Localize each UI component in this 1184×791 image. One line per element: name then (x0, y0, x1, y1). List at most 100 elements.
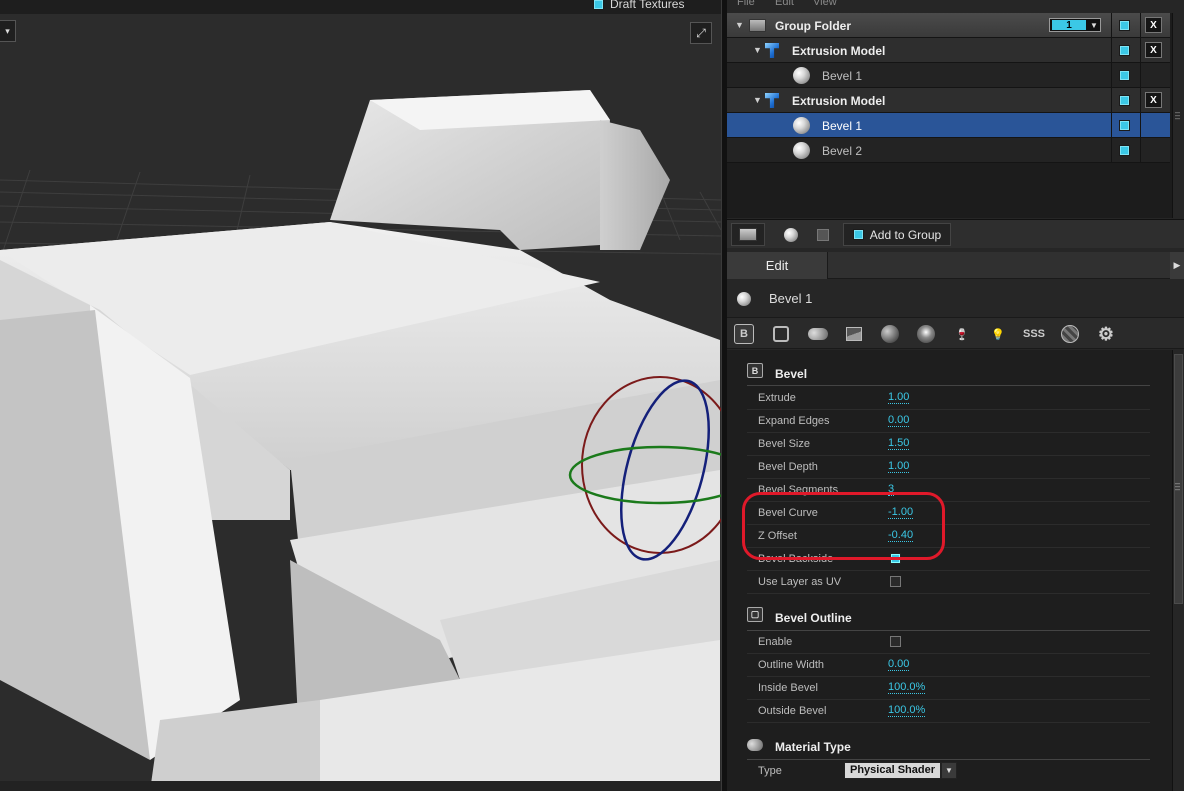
add-to-group-label: Add to Group (869, 227, 942, 242)
prop-value-outline-width[interactable]: 0.00 (888, 659, 910, 671)
prop-label: Enable (758, 636, 793, 648)
outline-enable-checkbox[interactable] (890, 636, 901, 647)
new-folder-icon (739, 228, 757, 241)
prop-label: Extrude (758, 392, 796, 404)
scroll-grip-icon[interactable]: – – – (1175, 108, 1180, 123)
panel-collapse-arrow-icon[interactable]: ▶ (1170, 252, 1184, 279)
visibility-checkbox[interactable] (1119, 20, 1130, 31)
sss-icon[interactable]: SSS (1021, 323, 1047, 345)
visibility-checkbox[interactable] (1119, 120, 1130, 131)
bevel-icon[interactable]: B (734, 324, 754, 344)
menu-file[interactable]: File (737, 0, 755, 8)
bevel-outline-section-icon: ▢ (747, 607, 763, 622)
prop-row-type: Type Physical Shader ▼ (747, 760, 1150, 783)
column-divider (1111, 88, 1112, 113)
bevel-section-title: Bevel (775, 367, 808, 381)
prop-value-bevel-depth[interactable]: 1.00 (888, 461, 910, 473)
tree-row-bevel-1-selected[interactable]: Bevel 1 (727, 113, 1170, 138)
visibility-checkbox[interactable] (1119, 95, 1130, 106)
material-type-section-icon (747, 737, 763, 752)
texture-icon[interactable] (843, 323, 865, 345)
material-type-section-title: Material Type (775, 740, 851, 754)
object-name: Bevel 1 (769, 291, 813, 306)
tab-edit[interactable]: Edit (727, 252, 828, 279)
tree-row-group-folder[interactable]: ▼ Group Folder 1 ▼ X (727, 13, 1170, 38)
prop-row-expand-edges: Expand Edges 0.00 (747, 410, 1150, 433)
prop-label: Type (758, 765, 782, 777)
add-to-group-button[interactable]: Add to Group (843, 223, 951, 246)
noise-icon[interactable] (1059, 323, 1081, 345)
properties-scrollbar[interactable]: – – – (1172, 350, 1184, 791)
material-sphere-icon (784, 227, 798, 242)
reflection-icon[interactable] (915, 323, 937, 345)
prop-label: Outline Width (758, 659, 825, 671)
tree-row-extrusion-model-2[interactable]: ▼ Extrusion Model X (727, 88, 1170, 113)
column-divider (1140, 38, 1141, 63)
expand-arrow-icon[interactable]: ▼ (753, 95, 762, 105)
tree-toolbar: Add to Group (727, 219, 1184, 248)
delete-button[interactable]: X (1145, 17, 1162, 33)
material-sphere-icon (793, 142, 810, 159)
prop-label: Inside Bevel (758, 682, 818, 694)
prop-label: Use Layer as UV (758, 576, 842, 588)
tree-row-bevel-1-a[interactable]: Bevel 1 (727, 63, 1170, 88)
viewport-scene[interactable] (0, 0, 721, 791)
tree-item-label: Bevel 1 (822, 69, 863, 83)
visibility-checkbox[interactable] (1119, 45, 1130, 56)
glass-icon[interactable]: 🍷 (951, 323, 973, 345)
menu-view[interactable]: View (813, 0, 837, 8)
section-divider (747, 385, 1150, 386)
prop-row-bevel-size: Bevel Size 1.50 (747, 433, 1150, 456)
menu-edit[interactable]: Edit (775, 0, 794, 8)
edit-panel-header: Edit ▶ (727, 252, 1184, 279)
prop-label: Outside Bevel (758, 705, 827, 717)
chevron-down-icon: ▼ (941, 762, 957, 779)
settings-icon[interactable]: ⚙ (1095, 323, 1117, 345)
layer-number: 1 (1052, 20, 1086, 31)
visibility-checkbox[interactable] (1119, 70, 1130, 81)
prop-value-inside-bevel[interactable]: 100.0% (888, 682, 926, 694)
visibility-checkbox[interactable] (1119, 145, 1130, 156)
viewport-topbar: Draft Textures (0, 0, 721, 14)
new-object-button[interactable] (811, 223, 835, 246)
viewport-view-dropdown[interactable]: ▾ (0, 20, 16, 42)
tree-scrollbar[interactable]: – – – (1172, 13, 1184, 218)
menu-bar: File Edit View (727, 0, 1184, 12)
tree-item-label: Extrusion Model (792, 44, 886, 58)
tree-row-extrusion-model-1[interactable]: ▼ Extrusion Model X (727, 38, 1170, 63)
draft-textures-checkbox[interactable] (593, 0, 604, 10)
prop-value-expand-edges[interactable]: 0.00 (888, 415, 910, 427)
tree-item-label: Extrusion Model (792, 94, 886, 108)
use-layer-as-uv-checkbox[interactable] (890, 576, 901, 587)
draft-textures-toggle[interactable]: Draft Textures (593, 0, 684, 11)
light-icon[interactable]: 💡 (987, 323, 1009, 345)
new-folder-button[interactable] (731, 223, 765, 246)
maximize-viewport-button[interactable]: ⤢ (690, 22, 712, 44)
material-type-value: Physical Shader (844, 762, 941, 779)
prop-value-bevel-size[interactable]: 1.50 (888, 438, 910, 450)
column-divider (1140, 63, 1141, 88)
delete-button[interactable]: X (1145, 92, 1162, 108)
material-type-dropdown[interactable]: Physical Shader ▼ (844, 762, 957, 779)
prop-row-outside-bevel: Outside Bevel 100.0% (747, 700, 1150, 723)
tree-row-bevel-2[interactable]: Bevel 2 (727, 138, 1170, 163)
material-type-icon[interactable] (807, 323, 829, 345)
expand-arrow-icon[interactable]: ▼ (735, 20, 744, 30)
column-divider (1140, 13, 1141, 38)
sphere-material-icon[interactable] (879, 323, 901, 345)
tree-item-label: Bevel 2 (822, 144, 863, 158)
add-to-group-checkbox[interactable] (852, 229, 864, 240)
bevel-section-icon: B (747, 363, 763, 378)
prop-value-outside-bevel[interactable]: 100.0% (888, 705, 926, 717)
prop-value-extrude[interactable]: 1.00 (888, 392, 910, 404)
3d-viewport[interactable]: Draft Textures ▾ ⤢ (0, 0, 721, 791)
scroll-grip-icon[interactable]: – – – (1175, 479, 1180, 494)
new-material-button[interactable] (779, 223, 803, 246)
outline-icon[interactable] (770, 323, 792, 345)
layer-selector[interactable]: 1 ▼ (1049, 18, 1101, 32)
expand-arrow-icon[interactable]: ▼ (753, 45, 762, 55)
viewport-bottom-bar (0, 781, 721, 791)
column-divider (1111, 63, 1112, 88)
column-divider (1140, 138, 1141, 163)
delete-button[interactable]: X (1145, 42, 1162, 58)
